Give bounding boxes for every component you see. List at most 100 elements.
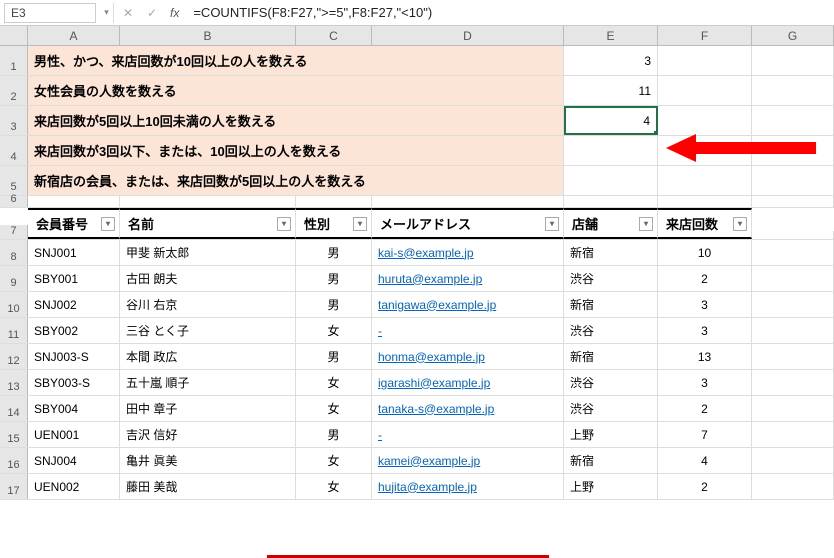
col-header-a[interactable]: A xyxy=(28,26,120,45)
row-header[interactable]: 14 xyxy=(0,396,28,421)
member-id-cell[interactable]: SNJ003-S xyxy=(28,344,120,369)
row-header[interactable]: 2 xyxy=(0,76,28,105)
store-cell[interactable]: 渋谷 xyxy=(564,396,658,421)
mail-link[interactable]: - xyxy=(378,428,382,442)
member-id-cell[interactable]: UEN001 xyxy=(28,422,120,447)
cell[interactable] xyxy=(120,196,296,207)
sex-cell[interactable]: 男 xyxy=(296,292,372,317)
row-header[interactable]: 12 xyxy=(0,344,28,369)
mail-cell[interactable]: tanigawa@example.jp xyxy=(372,292,564,317)
member-id-cell[interactable]: UEN002 xyxy=(28,474,120,499)
row-header[interactable]: 11 xyxy=(0,318,28,343)
sex-cell[interactable]: 女 xyxy=(296,318,372,343)
mail-cell[interactable]: kamei@example.jp xyxy=(372,448,564,473)
row-header[interactable]: 17 xyxy=(0,474,28,499)
store-cell[interactable]: 渋谷 xyxy=(564,370,658,395)
sex-cell[interactable]: 女 xyxy=(296,448,372,473)
cell[interactable] xyxy=(752,240,834,265)
row-header[interactable]: 7 xyxy=(0,225,28,239)
row-header[interactable]: 6 xyxy=(0,196,28,207)
mail-link[interactable]: igarashi@example.jp xyxy=(378,376,490,390)
col-header-e[interactable]: E xyxy=(564,26,658,45)
table-header-1[interactable]: 名前▾ xyxy=(120,208,296,239)
filter-icon[interactable]: ▾ xyxy=(277,217,291,231)
store-cell[interactable]: 渋谷 xyxy=(564,266,658,291)
row-header[interactable]: 16 xyxy=(0,448,28,473)
mail-cell[interactable]: tanaka-s@example.jp xyxy=(372,396,564,421)
member-id-cell[interactable]: SBY001 xyxy=(28,266,120,291)
row-header[interactable]: 10 xyxy=(0,292,28,317)
fx-icon[interactable]: fx xyxy=(166,6,183,20)
name-cell[interactable]: 亀井 眞美 xyxy=(120,448,296,473)
mail-cell[interactable]: igarashi@example.jp xyxy=(372,370,564,395)
store-cell[interactable]: 渋谷 xyxy=(564,318,658,343)
table-header-4[interactable]: 店舗▾ xyxy=(564,208,658,239)
result-cell[interactable] xyxy=(564,136,658,165)
sex-cell[interactable]: 女 xyxy=(296,396,372,421)
col-header-b[interactable]: B xyxy=(120,26,296,45)
cell[interactable] xyxy=(564,196,658,207)
filter-icon[interactable]: ▾ xyxy=(733,217,747,231)
cell[interactable] xyxy=(752,266,834,291)
visits-cell[interactable]: 2 xyxy=(658,266,752,291)
sex-cell[interactable]: 男 xyxy=(296,240,372,265)
mail-link[interactable]: - xyxy=(378,324,382,338)
table-header-5[interactable]: 来店回数▾ xyxy=(658,208,752,239)
member-id-cell[interactable]: SNJ002 xyxy=(28,292,120,317)
visits-cell[interactable]: 3 xyxy=(658,318,752,343)
mail-link[interactable]: tanaka-s@example.jp xyxy=(378,402,494,416)
select-all-corner[interactable] xyxy=(0,26,28,45)
cell[interactable] xyxy=(752,344,834,369)
description-cell[interactable]: 新宿店の会員、または、来店回数が5回以上の人を数える xyxy=(28,166,564,195)
cell[interactable] xyxy=(658,196,752,207)
cell[interactable] xyxy=(752,46,834,75)
enter-icon[interactable]: ✓ xyxy=(142,3,162,23)
row-header[interactable]: 15 xyxy=(0,422,28,447)
col-header-d[interactable]: D xyxy=(372,26,564,45)
table-header-3[interactable]: メールアドレス▾ xyxy=(372,208,564,239)
cancel-icon[interactable]: ✕ xyxy=(118,3,138,23)
mail-cell[interactable]: huruta@example.jp xyxy=(372,266,564,291)
fill-handle[interactable] xyxy=(654,131,658,135)
row-header[interactable]: 13 xyxy=(0,370,28,395)
formula-input[interactable]: =COUNTIFS(F8:F27,">=5",F8:F27,"<10") xyxy=(187,3,830,23)
cell[interactable] xyxy=(296,196,372,207)
visits-cell[interactable]: 3 xyxy=(658,370,752,395)
member-id-cell[interactable]: SBY004 xyxy=(28,396,120,421)
mail-cell[interactable]: - xyxy=(372,318,564,343)
row-header[interactable]: 9 xyxy=(0,266,28,291)
col-header-c[interactable]: C xyxy=(296,26,372,45)
store-cell[interactable]: 新宿 xyxy=(564,344,658,369)
filter-icon[interactable]: ▾ xyxy=(545,217,559,231)
row-header[interactable]: 3 xyxy=(0,106,28,135)
mail-link[interactable]: kamei@example.jp xyxy=(378,454,480,468)
name-cell[interactable]: 田中 章子 xyxy=(120,396,296,421)
description-cell[interactable]: 来店回数が3回以下、または、10回以上の人を数える xyxy=(28,136,564,165)
visits-cell[interactable]: 3 xyxy=(658,292,752,317)
row-header[interactable]: 1 xyxy=(0,46,28,75)
name-cell[interactable]: 本間 政広 xyxy=(120,344,296,369)
member-id-cell[interactable]: SNJ004 xyxy=(28,448,120,473)
visits-cell[interactable]: 4 xyxy=(658,448,752,473)
visits-cell[interactable]: 2 xyxy=(658,396,752,421)
cell[interactable] xyxy=(28,196,120,207)
cell[interactable] xyxy=(752,76,834,105)
filter-icon[interactable]: ▾ xyxy=(101,217,115,231)
store-cell[interactable]: 新宿 xyxy=(564,448,658,473)
cell[interactable] xyxy=(752,370,834,395)
mail-cell[interactable]: kai-s@example.jp xyxy=(372,240,564,265)
mail-link[interactable]: tanigawa@example.jp xyxy=(378,298,496,312)
filter-icon[interactable]: ▾ xyxy=(639,217,653,231)
cell[interactable] xyxy=(658,166,752,195)
name-cell[interactable]: 藤田 美哉 xyxy=(120,474,296,499)
cell[interactable] xyxy=(752,166,834,195)
member-id-cell[interactable]: SBY002 xyxy=(28,318,120,343)
sex-cell[interactable]: 女 xyxy=(296,370,372,395)
row-header[interactable]: 8 xyxy=(0,240,28,265)
store-cell[interactable]: 上野 xyxy=(564,474,658,499)
cell[interactable] xyxy=(658,76,752,105)
visits-cell[interactable]: 7 xyxy=(658,422,752,447)
cell[interactable] xyxy=(752,292,834,317)
name-cell[interactable]: 三谷 とく子 xyxy=(120,318,296,343)
member-id-cell[interactable]: SBY003-S xyxy=(28,370,120,395)
